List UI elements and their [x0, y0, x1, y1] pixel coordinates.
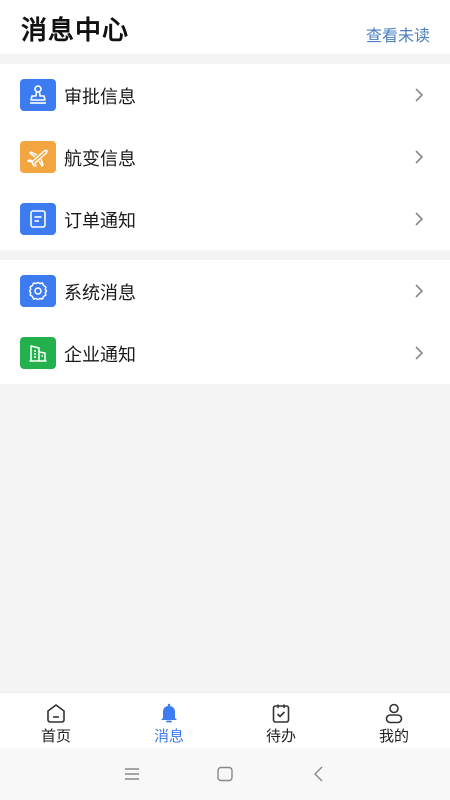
tab-messages[interactable]: 消息	[134, 693, 204, 749]
chevron-right-icon	[415, 150, 424, 164]
building-icon	[20, 337, 56, 369]
row-label: 审批信息	[64, 87, 136, 108]
back-icon[interactable]	[309, 764, 329, 784]
document-icon	[20, 203, 56, 235]
header: 消息中心 查看未读	[0, 0, 450, 54]
row-order-notice[interactable]: 订单通知	[0, 188, 450, 250]
tab-mine[interactable]: 我的	[359, 693, 429, 749]
row-label: 企业通知	[64, 345, 136, 366]
row-label: 航变信息	[64, 149, 136, 170]
bell-icon	[161, 703, 177, 723]
person-icon	[385, 703, 403, 724]
menu-icon[interactable]	[122, 764, 142, 784]
tab-todo[interactable]: 待办	[246, 693, 316, 749]
message-group-system: 系统消息 企业通知	[0, 260, 450, 384]
row-enterprise-notice[interactable]: 企业通知	[0, 322, 450, 384]
tab-label: 首页	[40, 727, 71, 745]
airplane-icon	[20, 141, 56, 173]
message-group-business: 审批信息 航变信息 订单通知	[0, 64, 450, 250]
tab-home[interactable]: 首页	[21, 693, 91, 749]
system-navigation-bar	[0, 748, 450, 800]
home-square-icon[interactable]	[215, 764, 235, 784]
row-flight-change-info[interactable]: 航变信息	[0, 126, 450, 188]
row-label: 订单通知	[64, 211, 136, 232]
chevron-right-icon	[415, 212, 424, 226]
row-approval-info[interactable]: 审批信息	[0, 64, 450, 126]
tab-label: 待办	[265, 727, 296, 745]
page-title: 消息中心	[21, 16, 130, 46]
message-center-screen: 消息中心 查看未读 审批信息 航变信息 订单通知 系统消息 企业通知 首页 消息…	[0, 0, 450, 800]
chevron-right-icon	[415, 346, 424, 360]
row-system-message[interactable]: 系统消息	[0, 260, 450, 322]
gear-icon	[20, 275, 56, 307]
row-label: 系统消息	[64, 283, 136, 304]
chevron-right-icon	[415, 284, 424, 298]
home-icon	[47, 704, 65, 723]
tab-label: 消息	[153, 727, 184, 745]
stamp-icon	[20, 79, 56, 111]
clipboard-check-icon	[272, 704, 290, 723]
view-unread-link[interactable]: 查看未读	[366, 22, 430, 46]
chevron-right-icon	[415, 88, 424, 102]
tab-label: 我的	[378, 727, 409, 745]
bottom-tab-bar: 首页 消息 待办 我的	[0, 692, 450, 748]
